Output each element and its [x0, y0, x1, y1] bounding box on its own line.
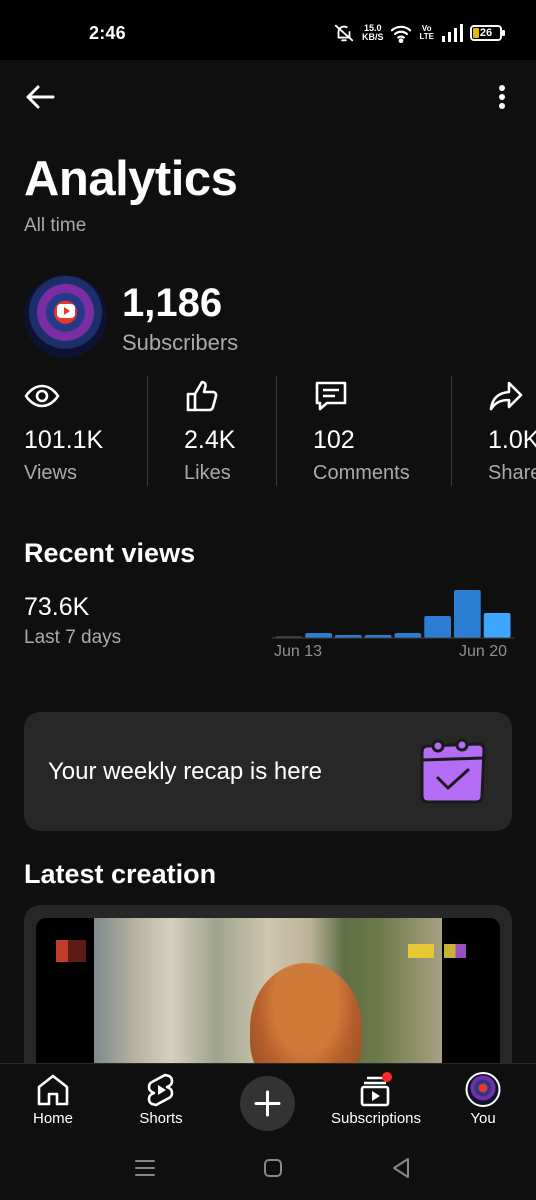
stat-label: Comments — [313, 462, 410, 484]
subscriber-count: 1,186 — [122, 281, 223, 325]
nav-label: You — [470, 1110, 496, 1127]
system-nav-bar — [0, 1140, 536, 1200]
stat-value: 1.0K — [488, 426, 536, 454]
chart-bar — [483, 613, 511, 638]
stat-label: Shares — [488, 462, 536, 484]
weekly-recap-text: Your weekly recap is here — [48, 758, 322, 785]
divider — [451, 376, 452, 486]
recent-views-value: 73.6K — [24, 593, 90, 621]
battery-indicator: 26 — [470, 25, 505, 41]
stat-value: 102 — [313, 426, 355, 454]
nav-label: Home — [32, 1110, 73, 1127]
recent-views-title: Recent views — [24, 538, 196, 568]
weekly-recap-card[interactable]: Your weekly recap is here — [24, 712, 512, 831]
divider — [147, 376, 148, 486]
notification-dot — [382, 1072, 392, 1082]
status-time: 2:46 — [89, 23, 126, 43]
home-icon — [37, 1074, 69, 1106]
page-title: Analytics — [24, 152, 238, 206]
chart-bar — [305, 633, 332, 638]
thumbs-up-icon — [186, 380, 218, 412]
plus-icon — [254, 1090, 281, 1117]
video-thumbnail[interactable] — [36, 918, 500, 1085]
stat-label: Likes — [184, 462, 231, 484]
calendar-check-icon — [420, 738, 486, 804]
nav-subscriptions[interactable]: Subscriptions — [326, 1064, 426, 1141]
chart-bar — [394, 633, 422, 638]
chart-bar — [454, 590, 481, 638]
home-button-icon[interactable] — [263, 1158, 283, 1178]
you-avatar — [465, 1072, 501, 1107]
chart-tick-start: Jun 13 — [274, 643, 323, 660]
nav-you[interactable]: You — [452, 1064, 514, 1141]
stat-value: 101.1K — [24, 426, 104, 454]
eye-icon — [24, 384, 60, 408]
mute-bell-icon — [334, 24, 354, 42]
chart-tick-end: Jun 20 — [459, 643, 508, 660]
network-speed: 15.0 KB/S — [361, 23, 384, 42]
stat-value: 2.4K — [184, 426, 236, 454]
nav-home[interactable]: Home — [18, 1064, 88, 1141]
nav-label: Shorts — [139, 1110, 183, 1127]
date-range-label: All time — [24, 215, 87, 236]
more-options-icon[interactable] — [490, 80, 514, 116]
status-bar: 2:46 15.0 KB/S Vo LTE 26 — [0, 0, 536, 60]
create-button[interactable] — [240, 1076, 295, 1131]
latest-creation-title: Latest creation — [24, 859, 217, 889]
subscriber-label: Subscribers — [122, 330, 239, 355]
volte-indicator: Vo LTE — [419, 24, 434, 41]
channel-avatar — [24, 275, 107, 358]
divider — [276, 376, 277, 486]
bottom-nav: Home Shorts Subscriptions You — [0, 1063, 536, 1140]
back-button-icon[interactable] — [391, 1157, 411, 1179]
back-arrow-icon[interactable] — [22, 80, 58, 116]
nav-label: Subscriptions — [330, 1110, 422, 1127]
nav-shorts[interactable]: Shorts — [125, 1064, 197, 1141]
stats-row: 101.1K Views 2.4K Likes 102 Comments 1.0… — [0, 376, 536, 488]
signal-icon — [442, 24, 463, 42]
recent-views-period: Last 7 days — [24, 627, 122, 648]
chart-bar — [424, 616, 451, 638]
shorts-icon — [147, 1073, 174, 1107]
share-icon — [489, 381, 523, 411]
wifi-icon — [391, 25, 412, 43]
comment-icon — [315, 381, 347, 411]
latest-creation-card[interactable] — [24, 905, 512, 1085]
status-icons: 15.0 KB/S Vo LTE 26 — [333, 20, 505, 46]
recent-apps-icon[interactable] — [134, 1158, 156, 1178]
stat-label: Views — [24, 462, 77, 484]
